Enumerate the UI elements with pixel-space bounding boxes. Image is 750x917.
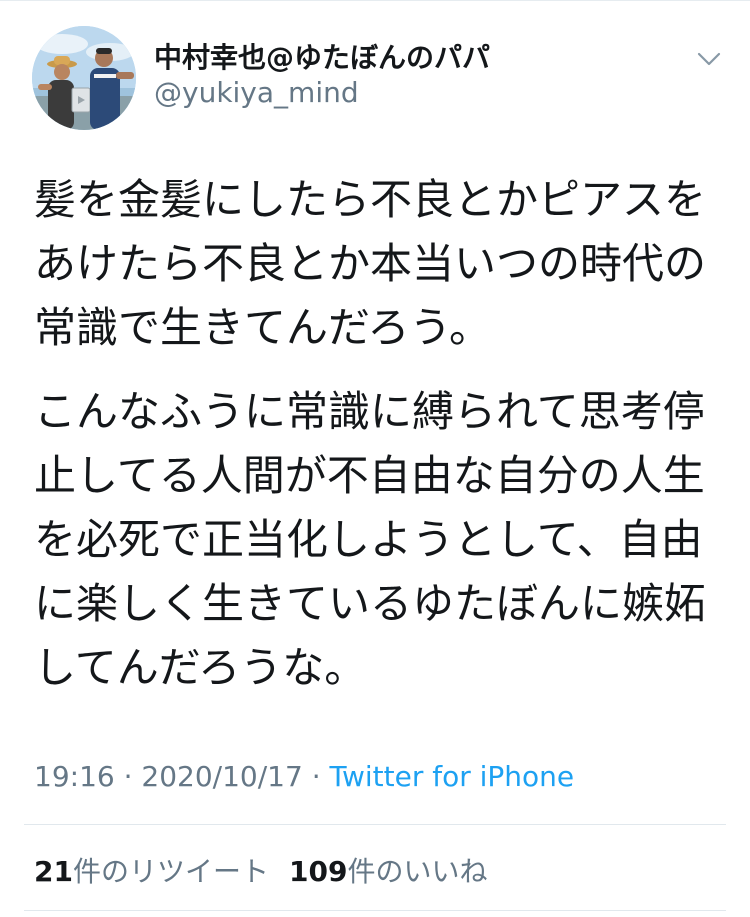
likes-count: 109 xyxy=(288,855,348,888)
tweet-text: 髪を金髪にしたら不良とかピアスを あけたら不良とか本当いつの時代の 常識で生きて… xyxy=(34,168,724,720)
retweets-stat[interactable]: 21件のリツイート xyxy=(34,855,269,888)
tweet-time[interactable]: 19:16 xyxy=(34,760,115,793)
avatar[interactable] xyxy=(32,26,136,130)
likes-label: 件のいいね xyxy=(347,855,488,888)
retweets-label: 件のリツイート xyxy=(72,855,269,888)
likes-stat[interactable]: 109件のいいね xyxy=(289,855,487,888)
author-handle[interactable]: @yukiya_mind xyxy=(154,76,359,109)
meta-separator: · xyxy=(302,760,330,793)
tweet-header: 中村幸也@ゆたぼんのパパ @yukiya_mind xyxy=(0,0,750,150)
divider xyxy=(24,824,726,825)
tweet-meta: 19:16 · 2020/10/17 · Twitter for iPhone xyxy=(34,760,574,793)
tweet-stats: 21件のリツイート 109件のいいね xyxy=(34,850,487,890)
retweets-count: 21 xyxy=(34,855,73,888)
tweet-paragraph: 髪を金髪にしたら不良とかピアスを あけたら不良とか本当いつの時代の 常識で生きて… xyxy=(34,175,707,352)
chevron-down-icon[interactable] xyxy=(696,50,722,68)
divider xyxy=(24,910,726,911)
tweet-date[interactable]: 2020/10/17 xyxy=(141,760,302,793)
tweet-paragraph: こんなふうに常識に縛られて思考停 止してる人間が不自由な自分の人生 を必死で正当… xyxy=(34,387,707,692)
meta-separator: · xyxy=(114,760,142,793)
avatar-photo xyxy=(32,26,136,130)
tweet-source-link[interactable]: Twitter for iPhone xyxy=(330,760,575,793)
author-display-name[interactable]: 中村幸也@ゆたぼんのパパ xyxy=(154,36,490,76)
